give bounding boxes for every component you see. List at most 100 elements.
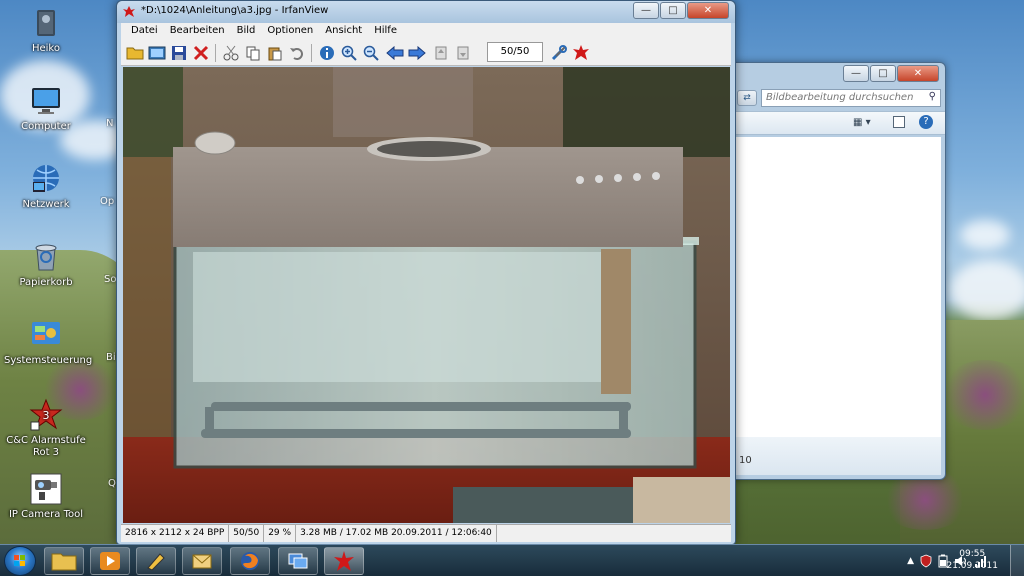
explorer-address-row: ⇄ Bildbearbeitung durchsuchen ⚲ <box>729 85 945 111</box>
hidden-icon-label: N <box>106 118 114 129</box>
maximize-button[interactable]: □ <box>870 65 896 82</box>
explorer-search-input[interactable]: Bildbearbeitung durchsuchen ⚲ <box>761 89 941 107</box>
taskbar-media-player-button[interactable] <box>90 547 130 575</box>
taskbar-explorer-button[interactable] <box>44 547 84 575</box>
first-page-icon[interactable] <box>431 43 451 63</box>
paste-icon[interactable] <box>265 43 285 63</box>
game-shortcut-icon: 3 <box>29 398 63 432</box>
start-button[interactable] <box>4 546 36 576</box>
media-player-icon <box>100 552 120 570</box>
network-icon <box>29 162 63 196</box>
cut-icon[interactable] <box>221 43 241 63</box>
displayed-photo <box>123 67 730 523</box>
explorer-file-list[interactable] <box>735 137 941 437</box>
toolbar-separator <box>311 44 312 62</box>
menu-datei[interactable]: Datei <box>125 23 164 40</box>
view-options-icon[interactable]: ▦ ▾ <box>853 117 871 128</box>
status-page: 50/50 <box>229 525 265 542</box>
delete-icon[interactable] <box>191 43 211 63</box>
status-fileinfo: 3.28 MB / 17.02 MB 20.09.2011 / 12:06:40 <box>296 525 497 542</box>
heather <box>940 360 1024 430</box>
save-icon[interactable] <box>169 43 189 63</box>
hidden-icon-label: Op <box>100 196 115 207</box>
open-folder-icon[interactable] <box>125 43 145 63</box>
desktop-icon-computer[interactable]: Computer <box>4 84 88 133</box>
explorer-window[interactable]: — □ ✕ ⇄ Bildbearbeitung durchsuchen ⚲ ▦ … <box>728 62 946 480</box>
menu-bild[interactable]: Bild <box>231 23 262 40</box>
menu-optionen[interactable]: Optionen <box>261 23 319 40</box>
cloud <box>950 260 1024 320</box>
menu-bar: Datei Bearbeiten Bild Optionen Ansicht H… <box>121 23 731 40</box>
desktop-icon-heiko[interactable]: Heiko <box>4 6 88 55</box>
hidden-icon-label: So G <box>104 274 116 285</box>
computer-icon <box>29 84 63 118</box>
desktop-icon-systemsteuerung[interactable]: Systemsteuerung <box>4 318 92 367</box>
minimize-button[interactable]: — <box>843 65 869 82</box>
explorer-caption-buttons: — □ ✕ <box>843 65 939 82</box>
show-desktop-button[interactable] <box>1010 545 1024 576</box>
windows-logo-icon <box>14 555 25 566</box>
taskbar-window-switcher-button[interactable] <box>278 547 318 575</box>
last-page-icon[interactable] <box>453 43 473 63</box>
preview-pane-icon[interactable] <box>893 116 905 128</box>
close-button[interactable]: ✕ <box>897 65 939 82</box>
slideshow-icon[interactable] <box>147 43 167 63</box>
irfanview-toolbar: 50/50 <box>121 40 731 66</box>
irfanview-window[interactable]: *D:\1024\Anleitung\a3.jpg - IrfanView — … <box>116 0 736 545</box>
taskbar-irfanview-button[interactable] <box>324 547 364 575</box>
taskbar-firefox-button[interactable] <box>230 547 270 575</box>
mail-icon <box>192 554 212 569</box>
refresh-arrow-icon[interactable]: ⇄ <box>737 90 757 106</box>
hidden-icon-label: Bil <box>106 352 116 363</box>
irfanview-taskbar-icon <box>334 551 354 571</box>
folder-icon <box>51 553 77 571</box>
control-panel-icon <box>29 318 63 352</box>
next-arrow-icon[interactable] <box>407 43 427 63</box>
menu-ansicht[interactable]: Ansicht <box>319 23 368 40</box>
copy-icon[interactable] <box>243 43 263 63</box>
status-zoom: 29 % <box>264 525 297 542</box>
status-dimensions: 2816 x 2112 x 24 BPP <box>121 525 230 542</box>
recycle-bin-icon <box>29 240 63 274</box>
taskbar-clock[interactable]: 09:55 21.09.2011 <box>946 548 998 572</box>
irfanview-title-bar[interactable]: *D:\1024\Anleitung\a3.jpg - IrfanView — … <box>117 1 735 23</box>
ip-camera-icon <box>29 472 63 506</box>
help-icon[interactable]: ? <box>919 115 933 129</box>
taskbar: ▲ 09:55 21.09.2011 <box>0 544 1024 576</box>
pen-tool-icon <box>147 553 165 571</box>
clock-time: 09:55 <box>959 549 986 559</box>
menu-hilfe[interactable]: Hilfe <box>368 23 403 40</box>
irfanview-caption-buttons: — □ ✕ <box>633 2 729 19</box>
explorer-details-pane: 10 <box>735 437 941 475</box>
cloud <box>960 220 1010 250</box>
firefox-icon <box>241 552 259 570</box>
show-hidden-icons-arrow[interactable]: ▲ <box>907 556 914 566</box>
close-button[interactable]: ✕ <box>687 2 729 19</box>
status-bar: 2816 x 2112 x 24 BPP 50/50 29 % 3.28 MB … <box>121 524 731 542</box>
zoom-out-icon[interactable] <box>361 43 381 63</box>
taskbar-app-button[interactable] <box>136 547 176 575</box>
irfanview-app-icon[interactable] <box>123 5 136 18</box>
search-icon[interactable]: ⚲ <box>929 91 936 102</box>
undo-icon[interactable] <box>287 43 307 63</box>
toolbar-separator <box>215 44 216 62</box>
irfanview-logo-icon[interactable] <box>571 43 591 63</box>
desktop-icon-ip-camera-tool[interactable]: IP Camera Tool <box>4 472 88 521</box>
maximize-button[interactable]: □ <box>660 2 686 19</box>
window-title: *D:\1024\Anleitung\a3.jpg - IrfanView <box>141 5 329 16</box>
taskbar-mail-button[interactable] <box>182 547 222 575</box>
explorer-title-bar[interactable]: — □ ✕ <box>729 63 945 85</box>
desktop-icon-cnc-alarmstufe[interactable]: 3 C&C Alarmstufe Rot 3 <box>4 398 88 458</box>
minimize-button[interactable]: — <box>633 2 659 19</box>
explorer-toolbar: ▦ ▾ ? <box>729 111 945 135</box>
desktop-icon-netzwerk[interactable]: Netzwerk <box>4 162 88 211</box>
desktop-icon-papierkorb[interactable]: Papierkorb <box>4 240 88 289</box>
security-shield-icon[interactable] <box>920 554 932 568</box>
menu-bearbeiten[interactable]: Bearbeiten <box>164 23 231 40</box>
info-icon[interactable] <box>317 43 337 63</box>
previous-arrow-icon[interactable] <box>385 43 405 63</box>
settings-tools-icon[interactable] <box>549 43 569 63</box>
image-viewport[interactable] <box>123 67 730 523</box>
page-counter[interactable]: 50/50 <box>487 42 543 62</box>
zoom-in-icon[interactable] <box>339 43 359 63</box>
